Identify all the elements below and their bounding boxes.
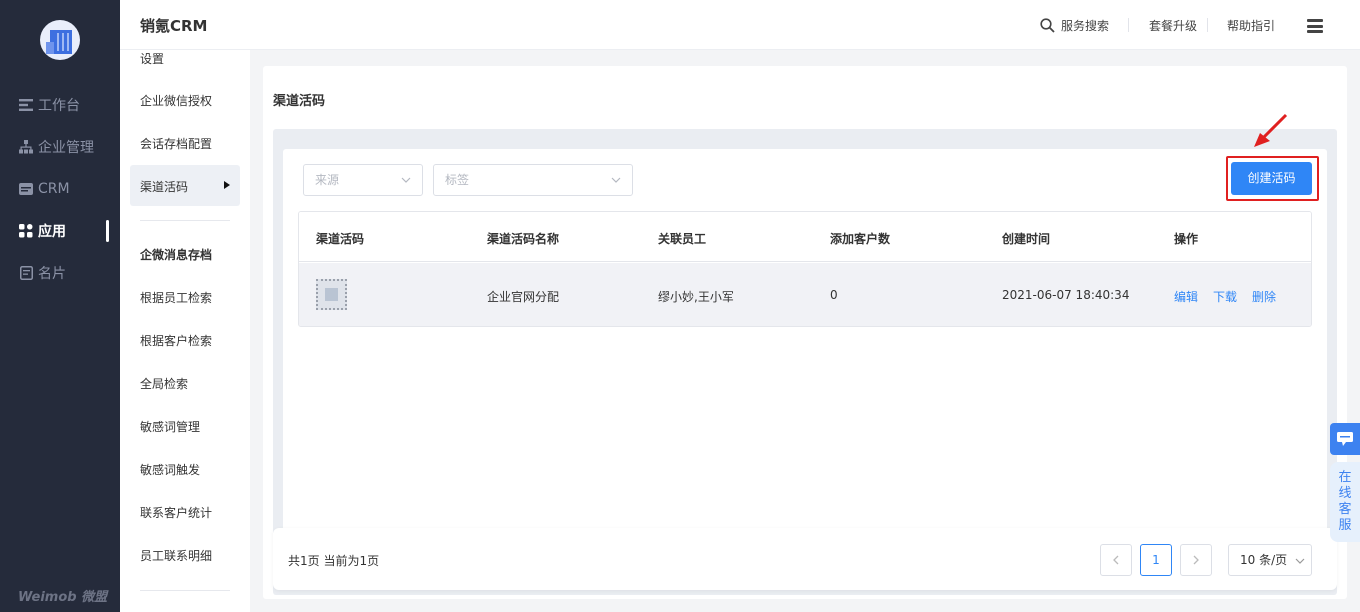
help-button[interactable]: 帮助指引: [1227, 17, 1275, 34]
page-size-select[interactable]: 10 条/页: [1228, 544, 1312, 576]
nav-label: CRM: [38, 181, 70, 197]
nav-item-org[interactable]: 企业管理: [18, 135, 94, 159]
nav-label: 名片: [38, 266, 66, 282]
page-size-value: 10 条/页: [1240, 553, 1288, 567]
content-wrapper: 来源 标签 创建活码 渠道活码 渠道活码名称 关联员工 添加客户数 创建时间 操…: [273, 113, 1337, 595]
content-card: 来源 标签 创建活码 渠道活码 渠道活码名称 关联员工 添加客户数 创建时间 操…: [283, 113, 1327, 589]
subnav-item-sensitive-words[interactable]: 敏感词管理: [140, 418, 200, 435]
customer-count: 0: [830, 288, 838, 302]
feedback-button[interactable]: [1330, 423, 1360, 455]
nav-item-apps[interactable]: 应用: [18, 219, 66, 243]
subnav-item-staff-contact-detail[interactable]: 员工联系明细: [140, 547, 212, 564]
source-select[interactable]: 来源: [303, 164, 423, 196]
column-header: 操作: [1174, 232, 1199, 246]
subnav-item-channel-code-label: 渠道活码: [140, 180, 189, 194]
column-header: 渠道活码名称: [487, 232, 560, 246]
pagination-summary: 共1页 当前为1页: [288, 554, 380, 568]
nav-item-card[interactable]: 名片: [18, 261, 66, 285]
tag-select[interactable]: 标签: [433, 164, 633, 196]
service-search-button[interactable]: 服务搜索: [1040, 17, 1109, 34]
apps-icon: [18, 223, 34, 239]
chevron-right-icon: [1193, 555, 1199, 565]
nav-label: 工作台: [38, 98, 80, 114]
nav-label: 企业管理: [38, 140, 94, 156]
column-header: 渠道活码: [316, 232, 365, 246]
subnav-item-contact-stats[interactable]: 联系客户统计: [140, 504, 212, 521]
edit-link[interactable]: 编辑: [1174, 288, 1198, 305]
pagination-bar: 共1页 当前为1页 1 10 条/页: [273, 528, 1337, 590]
upgrade-button[interactable]: 套餐升级: [1149, 17, 1197, 34]
divider: [1207, 18, 1208, 32]
chevron-left-icon: [1113, 555, 1119, 565]
delete-link[interactable]: 删除: [1252, 288, 1276, 305]
created-time: 2021-06-07 18:40:34: [1002, 288, 1130, 302]
card-icon: [18, 265, 34, 281]
nav-item-crm[interactable]: CRM: [18, 177, 70, 201]
chevron-down-icon: [611, 177, 621, 183]
annotation-arrow-icon: [1254, 113, 1288, 147]
chevron-down-icon: [1295, 558, 1305, 564]
subnav-item-wecom-auth[interactable]: 企业微信授权: [140, 92, 212, 109]
page-number-button[interactable]: 1: [1140, 544, 1172, 576]
app-title: 销氪CRM: [140, 17, 208, 35]
column-header: 添加客户数: [830, 232, 891, 246]
active-indicator: [106, 220, 109, 242]
subnav-item-by-staff[interactable]: 根据员工检索: [140, 289, 212, 306]
table-header: 渠道活码 渠道活码名称 关联员工 添加客户数 创建时间 操作: [299, 212, 1311, 262]
subnav-item-sensitive-trigger[interactable]: 敏感词触发: [140, 461, 200, 478]
nav-label: 应用: [38, 224, 66, 240]
crm-icon: [18, 181, 34, 197]
top-header: 销氪CRM 服务搜索 套餐升级 帮助指引: [120, 0, 1360, 50]
download-link[interactable]: 下载: [1213, 288, 1237, 305]
divider: [1128, 18, 1129, 32]
online-service-button[interactable]: 在线客服: [1330, 462, 1360, 542]
qr-code-thumbnail[interactable]: [316, 279, 347, 310]
column-header: 创建时间: [1002, 232, 1051, 246]
main-panel: 渠道活码 来源 标签 创建活码 渠道活码 渠道活码名称 关联员工 添加客户数 创…: [263, 66, 1347, 599]
upgrade-label: 套餐升级: [1149, 19, 1198, 33]
column-header: 关联员工: [658, 232, 707, 246]
tag-select-placeholder: 标签: [445, 173, 470, 187]
divider: [140, 220, 230, 221]
subnav-item-settings[interactable]: 设置: [140, 50, 164, 67]
prev-page-button[interactable]: [1100, 544, 1132, 576]
nav-item-workbench[interactable]: 工作台: [18, 93, 80, 117]
page-title: 渠道活码: [273, 94, 326, 109]
code-name: 企业官网分配: [487, 290, 560, 304]
subnav-item-global-search[interactable]: 全局检索: [140, 375, 188, 392]
search-icon: [1040, 18, 1055, 33]
hamburger-menu-icon[interactable]: [1307, 19, 1323, 33]
service-search-label: 服务搜索: [1061, 19, 1110, 33]
subnav-item-session-archive-config[interactable]: 会话存档配置: [140, 135, 212, 152]
subnav-item-by-customer[interactable]: 根据客户检索: [140, 332, 212, 349]
left-nav: 工作台 企业管理 CRM 应用 名片 Weimob 微盟: [0, 0, 120, 612]
table-row: 企业官网分配 缪小妙,王小军 0 2021-06-07 18:40:34 编辑 …: [299, 263, 1311, 326]
divider: [140, 590, 230, 591]
org-icon: [18, 139, 34, 155]
online-service-label: 在线客服: [1338, 470, 1352, 533]
next-page-button[interactable]: [1180, 544, 1212, 576]
caret-right-icon: [224, 181, 230, 189]
chevron-down-icon: [401, 177, 411, 183]
linked-staff: 缪小妙,王小军: [658, 290, 734, 304]
secondary-nav: 设置 企业微信授权 会话存档配置 渠道活码 企微消息存档 根据员工检索 根据客户…: [120, 50, 250, 612]
subnav-section-heading: 企微消息存档: [140, 248, 213, 262]
create-code-button[interactable]: 创建活码: [1231, 162, 1312, 195]
channel-code-table: 渠道活码 渠道活码名称 关联员工 添加客户数 创建时间 操作 企业官网分配 缪小…: [298, 211, 1312, 327]
help-label: 帮助指引: [1227, 19, 1276, 33]
app-logo[interactable]: [40, 20, 80, 60]
chat-icon: [1337, 432, 1353, 446]
brand-logo: Weimob 微盟: [18, 590, 108, 605]
workbench-icon: [18, 97, 34, 113]
source-select-placeholder: 来源: [315, 173, 340, 187]
